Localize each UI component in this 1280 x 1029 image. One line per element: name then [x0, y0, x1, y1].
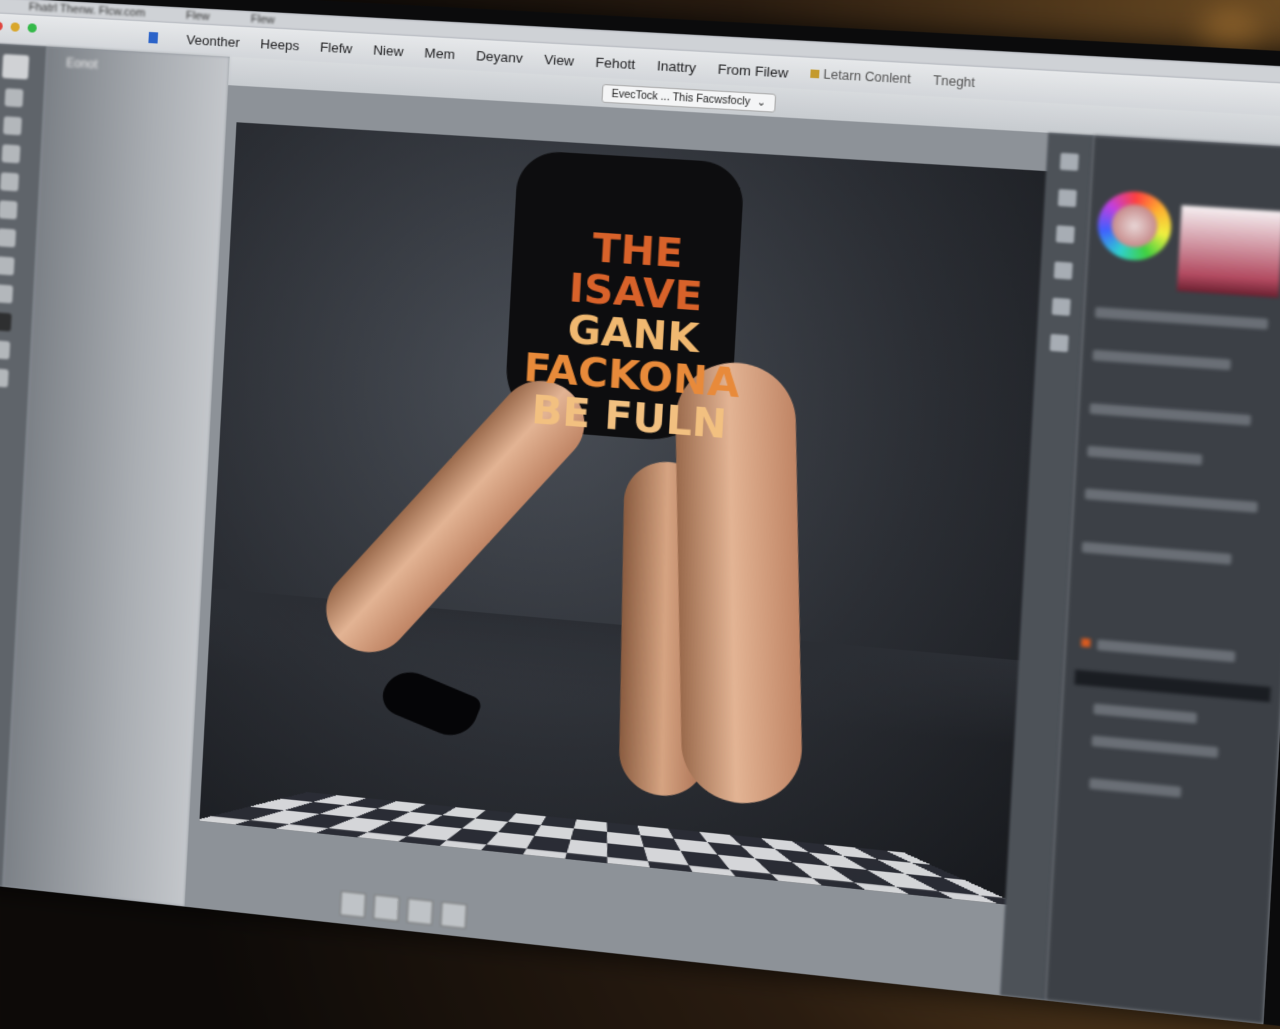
color-picker-field[interactable] — [1176, 205, 1280, 298]
history-panel-icon[interactable] — [1051, 297, 1071, 316]
brush-tool-icon[interactable] — [3, 116, 22, 136]
menu-item-label: Letarn Conlent — [823, 67, 912, 87]
adjustments-panel-icon[interactable] — [1055, 225, 1075, 244]
menu-item-content[interactable]: Letarn Conlent — [809, 66, 912, 87]
close-window-button[interactable] — [0, 21, 3, 31]
shape-tool-icon[interactable] — [0, 284, 14, 304]
pen-tool-icon[interactable] — [0, 340, 11, 360]
menu-item[interactable]: Mem — [424, 45, 455, 62]
chevron-down-icon[interactable]: ⌄ — [756, 96, 766, 108]
panel-row[interactable] — [1081, 541, 1232, 565]
menu-item[interactable]: Tneght — [933, 73, 976, 90]
app-icon — [148, 31, 159, 44]
document-tab-label: EvecTock ... This Facwsfocly — [611, 88, 751, 108]
panel-header: Eonot — [65, 55, 99, 72]
menu-item[interactable]: From Filew — [717, 61, 788, 81]
monitor: Fhatrl Thenw. Flcw.com Flew Flew Veonthe… — [0, 0, 1280, 1029]
minimize-window-button[interactable] — [10, 22, 20, 32]
title-extra: Flew — [185, 9, 211, 24]
menu-item[interactable]: Niew — [373, 42, 404, 59]
swatches-panel-icon[interactable] — [1057, 189, 1077, 208]
panel-row[interactable] — [1087, 445, 1203, 466]
move-tool-icon[interactable] — [4, 88, 24, 108]
menu-item[interactable]: View — [544, 51, 575, 68]
menu-item[interactable]: Deyanv — [476, 47, 524, 65]
panel-row[interactable] — [1089, 403, 1252, 426]
menu-item[interactable]: Inattry — [656, 57, 696, 75]
layer-row-selected[interactable] — [1074, 669, 1271, 703]
eraser-tool-icon[interactable] — [0, 256, 15, 276]
frame-button[interactable] — [440, 901, 467, 929]
color-panel-icon[interactable] — [1059, 152, 1079, 171]
photo-canvas[interactable]: THE ISAVE GANK FACKONA BE FULN — [199, 122, 1058, 906]
shirt-text-line: THE ISAVE — [567, 224, 704, 320]
window-controls — [0, 21, 37, 33]
layer-row[interactable] — [1096, 639, 1236, 663]
menu-item[interactable]: Flefw — [320, 39, 353, 56]
arrow-tool-icon[interactable] — [0, 368, 9, 388]
title-extra: Flew — [250, 13, 276, 27]
layers-panel-icon[interactable] — [1049, 333, 1069, 353]
layer-thumbnail — [1081, 638, 1091, 648]
zoom-window-button[interactable] — [27, 23, 37, 33]
menu-item[interactable]: Heeps — [260, 36, 300, 53]
frame-button[interactable] — [373, 894, 400, 922]
layer-row[interactable] — [1089, 778, 1182, 798]
thumbnail-tool[interactable] — [1, 53, 30, 80]
panel-row[interactable] — [1094, 307, 1269, 330]
panel-row[interactable] — [1084, 488, 1258, 513]
styles-panel-icon[interactable] — [1053, 261, 1073, 280]
layer-row[interactable] — [1091, 735, 1219, 758]
frame-button[interactable] — [339, 890, 367, 919]
selection-tool-icon[interactable] — [1, 144, 21, 164]
menu-item[interactable]: Veonther — [186, 31, 240, 49]
canvas-bottom-bar — [339, 883, 467, 937]
folder-icon — [809, 69, 820, 79]
shirt-print: THE ISAVE GANK FACKONA BE FULN — [520, 223, 747, 448]
color-wheel[interactable] — [1095, 189, 1174, 263]
figure: THE ISAVE GANK FACKONA BE FULN — [309, 142, 844, 863]
black-heel — [377, 663, 484, 744]
stamp-tool-icon[interactable] — [0, 228, 17, 248]
panel-row[interactable] — [1092, 349, 1231, 371]
menu-item[interactable]: Fehott — [595, 54, 636, 72]
canvas-area[interactable]: THE ISAVE GANK FACKONA BE FULN — [184, 85, 1058, 996]
layer-row[interactable] — [1093, 703, 1198, 724]
frame-button[interactable] — [406, 898, 434, 926]
app-window: Fhatrl Thenw. Flcw.com Flew Flew Veonthe… — [0, 0, 1280, 1025]
lasso-tool-icon[interactable] — [0, 172, 20, 192]
color-swatch-icon[interactable] — [0, 312, 12, 332]
crop-tool-icon[interactable] — [0, 200, 18, 220]
